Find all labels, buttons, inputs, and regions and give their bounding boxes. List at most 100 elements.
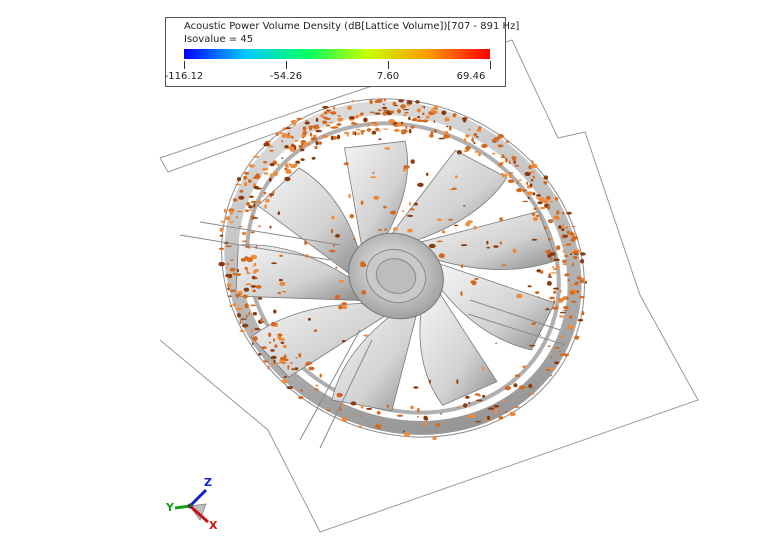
- isosurface-fragment: [392, 101, 397, 107]
- isosurface-fragment: [253, 203, 256, 208]
- isosurface-fragment: [256, 268, 259, 272]
- isosurface-fragment: [473, 141, 476, 145]
- isosurface-fragment: [504, 386, 511, 391]
- isosurface-fragment: [225, 274, 231, 278]
- isosurface-fragment: [446, 125, 449, 128]
- isosurface-fragment: [536, 214, 540, 218]
- y-axis-label: Y: [166, 501, 174, 514]
- isosurface-fragment: [438, 253, 445, 259]
- isosurface-fragment: [531, 161, 535, 165]
- isosurface-fragment: [528, 165, 532, 170]
- z-axis-label: Z: [204, 476, 212, 489]
- isosurface-fragment: [355, 128, 361, 131]
- isosurface-fragment: [552, 306, 559, 310]
- isosurface-fragment: [306, 142, 310, 146]
- isosurface-fragment: [470, 280, 477, 284]
- legend-tick: [286, 61, 287, 69]
- isosurface-fragment: [423, 106, 426, 109]
- isosurface-fragment: [353, 237, 355, 241]
- isosurface-fragment: [330, 111, 337, 115]
- isosurface-fragment: [353, 123, 358, 125]
- isosurface-fragment: [432, 436, 437, 440]
- isosurface-fragment: [281, 291, 287, 293]
- isosurface-fragment: [341, 304, 348, 310]
- isosurface-fragment: [238, 226, 243, 228]
- isosurface-fragment: [262, 167, 269, 171]
- isosurface-fragment: [239, 329, 245, 333]
- isosurface-fragment: [554, 197, 559, 201]
- isosurface-fragment: [486, 240, 489, 245]
- isosurface-fragment: [514, 374, 521, 378]
- isosurface-fragment: [310, 137, 318, 141]
- isosurface-fragment: [245, 209, 249, 213]
- isosurface-fragment: [303, 142, 308, 146]
- isosurface-fragment: [357, 425, 362, 428]
- isosurface-fragment: [229, 304, 232, 308]
- isosurface-fragment: [366, 122, 370, 127]
- isosurface-fragment: [481, 366, 485, 370]
- isosurface-fragment: [242, 240, 248, 243]
- isosurface-fragment: [320, 114, 324, 118]
- isosurface-fragment: [559, 289, 562, 293]
- isosurface-fragment: [263, 161, 268, 164]
- isosurface-fragment: [281, 379, 288, 384]
- isosurface-fragment: [558, 298, 561, 301]
- isosurface-fragment: [532, 391, 534, 396]
- legend-color-bar: [184, 49, 490, 59]
- isosurface-fragment: [425, 115, 430, 119]
- isosurface-fragment: [295, 357, 298, 359]
- isosurface-fragment: [465, 145, 471, 151]
- isosurface-fragment: [286, 386, 294, 390]
- isosurface-fragment: [430, 108, 435, 113]
- isosurface-fragment: [498, 416, 504, 420]
- isosurface-fragment: [559, 335, 564, 338]
- isosurface-fragment: [561, 227, 566, 229]
- isosurface-fragment: [516, 293, 523, 299]
- isosurface-fragment: [250, 328, 253, 333]
- isosurface-fragment: [347, 105, 352, 110]
- isosurface-fragment: [550, 374, 553, 377]
- isosurface-fragment: [532, 175, 535, 179]
- isosurface-fragment: [254, 328, 261, 330]
- isosurface-fragment: [329, 249, 336, 253]
- isosurface-fragment: [530, 160, 534, 162]
- isosurface-fragment: [278, 278, 283, 282]
- isosurface-fragment: [270, 355, 277, 360]
- isosurface-fragment: [337, 117, 344, 122]
- isosurface-fragment: [283, 344, 287, 349]
- isosurface-fragment: [498, 162, 503, 166]
- isosurface-fragment: [275, 132, 279, 136]
- isosurface-fragment: [252, 265, 255, 267]
- isosurface-fragment: [245, 314, 248, 318]
- isosurface-fragment: [569, 231, 574, 236]
- isosurface-fragment: [585, 280, 587, 284]
- isosurface-fragment: [314, 145, 318, 150]
- isosurface-fragment: [417, 116, 421, 119]
- isosurface-fragment: [441, 230, 446, 234]
- isosurface-fragment: [243, 175, 248, 180]
- isosurface-fragment: [341, 302, 347, 306]
- isosurface-fragment: [366, 128, 372, 132]
- isosurface-fragment: [308, 366, 315, 371]
- isosurface-fragment: [299, 148, 305, 152]
- isosurface-fragment: [236, 216, 238, 219]
- isosurface-fragment: [531, 322, 537, 325]
- isosurface-fragment: [506, 140, 510, 143]
- isosurface-fragment: [257, 353, 262, 356]
- isosurface-fragment: [384, 228, 388, 231]
- isosurface-fragment: [563, 235, 569, 238]
- isosurface-fragment: [373, 195, 380, 200]
- isosurface-fragment: [577, 318, 584, 322]
- isosurface-fragment: [522, 189, 527, 192]
- axis-triad[interactable]: Z Y X: [160, 476, 220, 536]
- isosurface-fragment: [273, 309, 277, 314]
- isosurface-fragment: [513, 383, 518, 388]
- isosurface-fragment: [282, 127, 286, 131]
- isosurface-fragment: [504, 410, 508, 413]
- isosurface-fragment: [463, 119, 466, 123]
- isosurface-fragment: [232, 303, 237, 307]
- isosurface-fragment: [243, 181, 248, 187]
- isosurface-fragment: [246, 272, 251, 274]
- isosurface-fragment: [330, 228, 334, 234]
- isosurface-fragment: [415, 100, 420, 104]
